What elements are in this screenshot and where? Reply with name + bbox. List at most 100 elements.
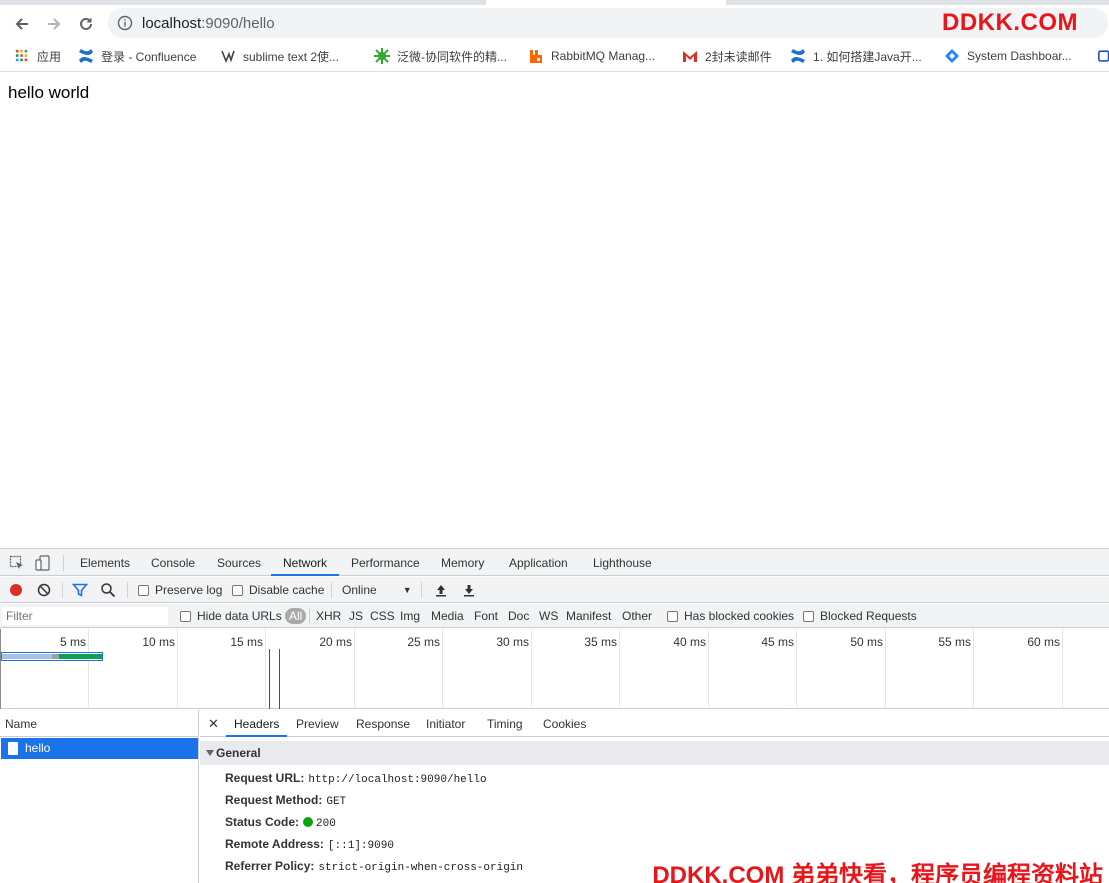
- checkbox-box[interactable]: [180, 610, 191, 622]
- checkbox-box[interactable]: [138, 584, 149, 596]
- arrow-left-icon: [15, 18, 28, 30]
- bookmark-apps[interactable]: 应用: [14, 47, 61, 65]
- tab-application[interactable]: Application: [509, 549, 568, 576]
- tab-performance[interactable]: Performance: [351, 549, 420, 576]
- tab-cookies[interactable]: Cookies: [543, 710, 586, 737]
- filter-type-manifest[interactable]: Manifest: [566, 608, 611, 624]
- timeline-gridline: [619, 629, 620, 709]
- timeline-gridline: [796, 629, 797, 709]
- search-button[interactable]: [100, 582, 116, 598]
- referrer-policy-value: strict-origin-when-cross-origin: [318, 862, 524, 874]
- bookmark-confluence-login[interactable]: 登录 - Confluence: [78, 47, 196, 65]
- blocked-requests-checkbox[interactable]: Blocked Requests: [803, 608, 917, 624]
- filter-type-other[interactable]: Other: [622, 608, 652, 624]
- bookmark-label: 登录 - Confluence: [101, 49, 197, 64]
- remote-address-row: Remote Address: [::1]:9090: [225, 837, 394, 852]
- tab-initiator[interactable]: Initiator: [426, 710, 465, 737]
- bookmark-label: sublime text 2使...: [243, 49, 340, 64]
- clear-button[interactable]: [36, 582, 52, 598]
- filter-type-all[interactable]: All: [285, 608, 307, 624]
- bookmark-mail[interactable]: 2封未读邮件: [682, 47, 772, 65]
- request-method-value: GET: [326, 796, 347, 808]
- remote-address-value: [::1]:9090: [327, 840, 394, 852]
- has-blocked-cookies-checkbox[interactable]: Has blocked cookies: [667, 608, 794, 624]
- disable-cache-checkbox[interactable]: Disable cache: [232, 582, 324, 598]
- tab-headers[interactable]: Headers: [226, 710, 288, 737]
- bookmark-java-setup[interactable]: 1. 如何搭建Java开...: [790, 47, 922, 65]
- inspect-element-icon[interactable]: [9, 555, 25, 571]
- remote-address-label: Remote Address:: [225, 837, 324, 851]
- checkbox-box[interactable]: [232, 584, 243, 596]
- filter-type-js[interactable]: JS: [349, 608, 363, 624]
- divider: [331, 582, 332, 598]
- filter-type-doc[interactable]: Doc: [508, 608, 529, 624]
- filter-toggle-button[interactable]: [72, 582, 88, 598]
- triangle-down-icon: [206, 750, 214, 756]
- filter-type-font[interactable]: Font: [474, 608, 498, 624]
- name-column-header[interactable]: Name: [0, 710, 199, 737]
- address-url[interactable]: localhost:9090/hello: [142, 15, 275, 32]
- checkbox-box[interactable]: [667, 610, 678, 622]
- request-method-row: Request Method: GET: [225, 793, 346, 808]
- disable-cache-label: Disable cache: [249, 583, 325, 597]
- filter-type-media[interactable]: Media: [431, 608, 464, 624]
- close-details-button[interactable]: ✕: [208, 710, 219, 737]
- forward-button[interactable]: [41, 11, 67, 37]
- tab-lighthouse[interactable]: Lighthouse: [593, 549, 652, 576]
- tab-elements[interactable]: Elements: [80, 549, 130, 576]
- reload-icon: [80, 17, 92, 30]
- timeline-gridline: [0, 629, 1, 709]
- timeline-gridline: [708, 629, 709, 709]
- filter-type-img[interactable]: Img: [400, 608, 420, 624]
- preserve-log-checkbox[interactable]: Preserve log: [138, 582, 222, 598]
- hide-data-urls-checkbox[interactable]: Hide data URLs: [180, 608, 282, 624]
- filter-type-css[interactable]: CSS: [370, 608, 395, 624]
- timeline-tick-label: 35 ms: [584, 635, 617, 649]
- network-overview-timeline[interactable]: 5 ms 10 ms 15 ms 20 ms 25 ms 30 ms 35 ms…: [0, 629, 1109, 709]
- bookmark-label: 1. 如何搭建Java开...: [813, 49, 922, 64]
- divider: [127, 582, 128, 598]
- checkbox-box[interactable]: [803, 610, 814, 622]
- request-row-hello[interactable]: hello: [1, 738, 198, 759]
- tab-timing[interactable]: Timing: [487, 710, 523, 737]
- status-code-row: Status Code: 200: [225, 815, 336, 830]
- reload-button[interactable]: [73, 11, 99, 37]
- tab-sources[interactable]: Sources: [217, 549, 261, 576]
- tab-preview[interactable]: Preview: [296, 710, 339, 737]
- timeline-gridline: [1062, 629, 1063, 709]
- tab-network[interactable]: Network: [271, 549, 340, 576]
- general-section-title: General: [216, 746, 261, 760]
- clear-icon: [37, 583, 51, 597]
- bookmark-overflow[interactable]: [1096, 47, 1109, 65]
- filter-type-ws[interactable]: WS: [539, 608, 558, 624]
- bookmark-system-dashboard[interactable]: System Dashboar...: [944, 47, 1072, 65]
- request-list: Name hello: [0, 710, 199, 883]
- tab-response[interactable]: Response: [356, 710, 410, 737]
- download-icon: [464, 585, 474, 597]
- bookmark-weaver[interactable]: 泛微-协同软件的精...: [374, 47, 507, 65]
- referrer-policy-label: Referrer Policy:: [225, 859, 315, 873]
- page-body-text: hello world: [8, 83, 90, 102]
- export-har-button[interactable]: [462, 582, 476, 598]
- back-button[interactable]: [9, 11, 35, 37]
- info-icon[interactable]: [117, 15, 133, 31]
- tab-memory[interactable]: Memory: [441, 549, 484, 576]
- chevron-down-icon: ▼: [402, 585, 412, 595]
- import-har-button[interactable]: [434, 582, 448, 598]
- record-button[interactable]: [8, 582, 24, 598]
- filter-type-xhr[interactable]: XHR: [316, 608, 341, 624]
- general-section-header[interactable]: General: [200, 741, 1109, 765]
- bookmark-rabbitmq[interactable]: RabbitMQ Manag...: [528, 47, 655, 65]
- timeline-tick-label: 20 ms: [319, 635, 352, 649]
- hide-data-urls-label: Hide data URLs: [197, 609, 282, 623]
- bookmark-sublime[interactable]: sublime text 2使...: [220, 47, 339, 65]
- filter-input[interactable]: [2, 607, 168, 625]
- tab-console[interactable]: Console: [151, 549, 195, 576]
- jira-icon: [944, 48, 960, 64]
- request-name: hello: [25, 741, 51, 755]
- timeline-tick-label: 55 ms: [938, 635, 971, 649]
- rabbitmq-icon: [528, 48, 544, 64]
- device-toolbar-icon[interactable]: [35, 555, 51, 571]
- request-url-value: http://localhost:9090/hello: [308, 774, 487, 786]
- throttling-select[interactable]: Online ▼: [342, 582, 412, 598]
